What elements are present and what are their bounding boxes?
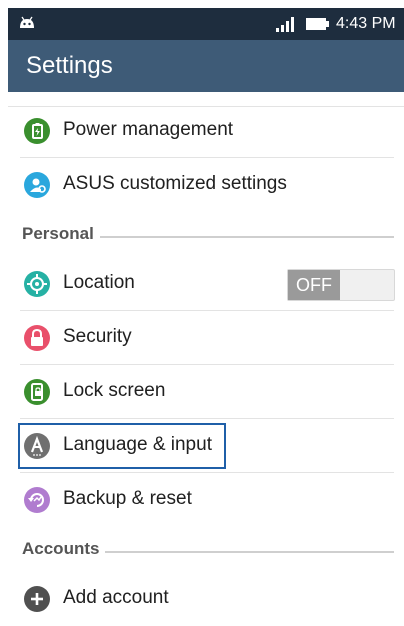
section-label: Accounts (22, 539, 106, 559)
settings-item-label: Add account (63, 587, 169, 608)
settings-item-security[interactable]: Security (8, 311, 404, 365)
backup-icon (24, 487, 50, 513)
android-icon (20, 16, 34, 28)
settings-list[interactable]: Power management ASUS customized setting… (8, 92, 404, 619)
power-management-icon (24, 118, 50, 144)
device-frame: 4:43 PM Settings Power management ASUS c… (0, 0, 404, 619)
settings-item-location[interactable]: Location OFF (8, 257, 404, 311)
settings-item-label: Power management (63, 119, 234, 140)
section-label: Personal (22, 224, 100, 244)
signal-icon (276, 17, 294, 32)
settings-item-language-input[interactable]: Language & input (8, 419, 404, 473)
settings-item-label: Location (63, 272, 135, 293)
settings-item-power-management[interactable]: Power management (8, 104, 404, 158)
asus-settings-icon (24, 172, 50, 198)
location-icon (24, 271, 50, 297)
settings-item-label: Lock screen (63, 380, 166, 401)
toggle-state: OFF (288, 270, 340, 300)
lock-screen-icon (24, 379, 50, 405)
section-header-accounts: Accounts (8, 535, 404, 565)
add-account-icon (24, 586, 50, 612)
status-bar: 4:43 PM (8, 8, 404, 40)
settings-item-label: Security (63, 326, 132, 347)
settings-item-label: Language & input (63, 434, 212, 455)
settings-item-label: Backup & reset (63, 488, 192, 509)
settings-item-lock-screen[interactable]: Lock screen (8, 365, 404, 419)
settings-item-backup-reset[interactable]: Backup & reset (8, 473, 404, 527)
settings-item-asus-customized[interactable]: ASUS customized settings (8, 158, 404, 212)
action-bar: Settings (8, 40, 404, 92)
lock-icon (24, 325, 50, 351)
settings-item-add-account[interactable]: Add account (8, 572, 404, 626)
battery-icon (306, 18, 329, 30)
section-header-personal: Personal (8, 220, 404, 250)
page-title: Settings (26, 52, 113, 79)
language-icon (24, 433, 50, 459)
status-clock: 4:43 PM (336, 15, 396, 32)
location-toggle[interactable]: OFF (287, 269, 395, 301)
settings-item-label: ASUS customized settings (63, 173, 287, 194)
